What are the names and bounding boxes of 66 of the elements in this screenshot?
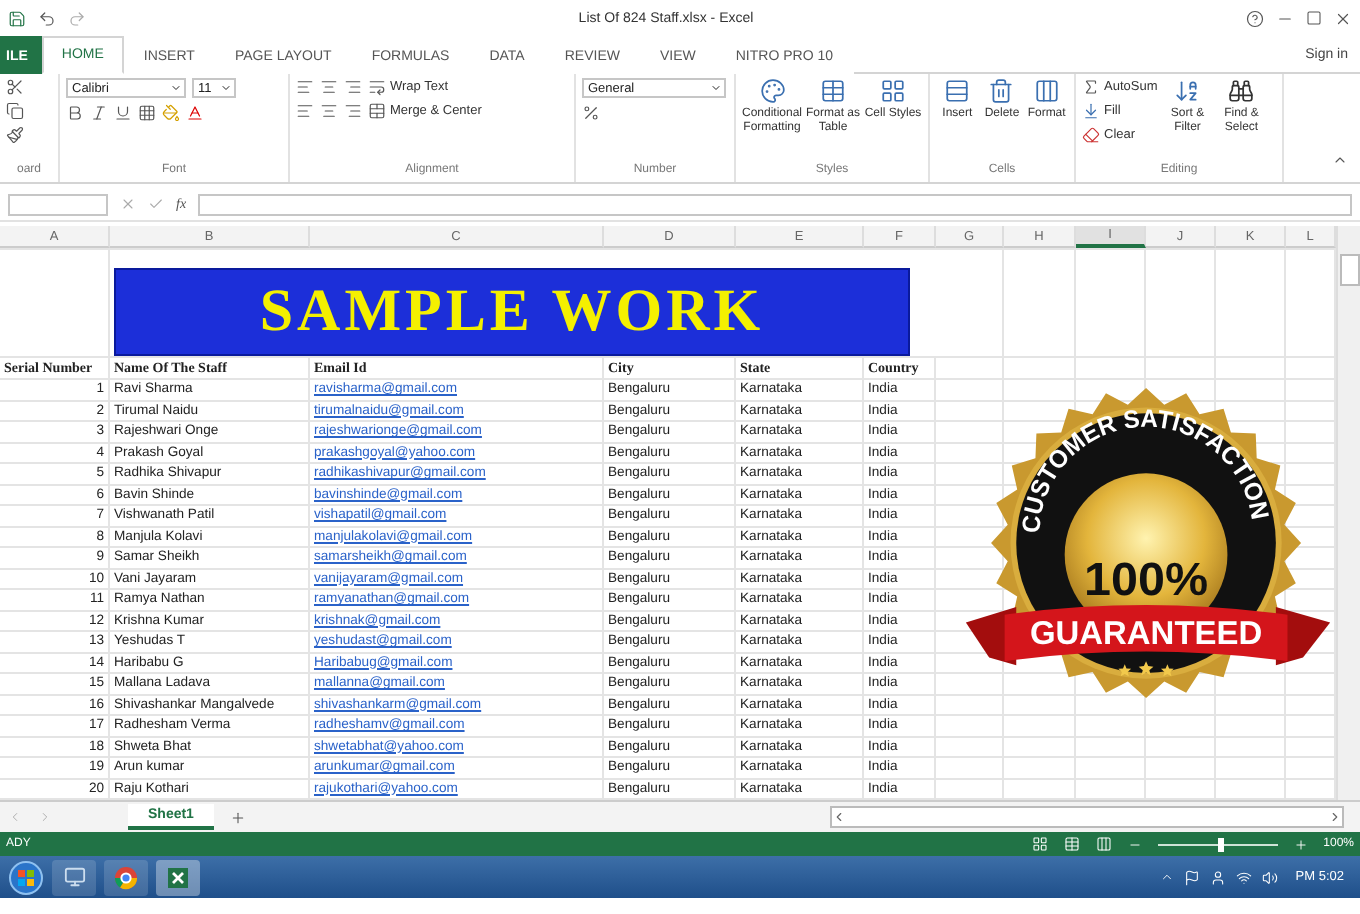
- taskbar-app-button[interactable]: [156, 859, 200, 895]
- scroll-left-icon[interactable]: [832, 810, 846, 824]
- align-center-icon[interactable]: [320, 102, 338, 120]
- tray-expand-icon[interactable]: [1159, 870, 1174, 884]
- percentage-text: 100%: [1084, 553, 1203, 606]
- align-bottom-icon[interactable]: [344, 78, 362, 96]
- cells-icon: [944, 78, 971, 104]
- cells-icon: [988, 78, 1015, 104]
- user-icon[interactable]: [1209, 869, 1226, 885]
- bold-icon[interactable]: [66, 104, 84, 122]
- cut-icon[interactable]: [6, 78, 24, 96]
- vertical-scrollbar[interactable]: [1336, 226, 1360, 800]
- zoom-in-icon[interactable]: [1293, 837, 1308, 851]
- monitor-icon: [63, 866, 85, 888]
- stars-icon: [1118, 661, 1174, 677]
- dropdown-icon[interactable]: [710, 82, 722, 94]
- network-icon[interactable]: [1235, 869, 1252, 885]
- align-middle-icon[interactable]: [320, 78, 338, 96]
- fill-icon: [1082, 102, 1100, 120]
- sort-icon: [1174, 78, 1201, 104]
- add-sheet-icon[interactable]: [229, 809, 246, 825]
- merge-icon: [368, 102, 386, 120]
- formula-field[interactable]: [198, 193, 1352, 215]
- sigma-icon: [1082, 78, 1100, 96]
- format-painter-icon[interactable]: [6, 126, 24, 144]
- styles-icon: [759, 78, 785, 104]
- zoom-thumb[interactable]: [1217, 837, 1224, 851]
- save-icon[interactable]: [8, 9, 26, 27]
- styles-icon: [880, 78, 906, 104]
- percent-icon[interactable]: [582, 104, 600, 122]
- dropdown-icon[interactable]: [170, 82, 182, 94]
- taskbar-app-button[interactable]: [52, 859, 96, 895]
- maximize-icon[interactable]: [1306, 10, 1322, 26]
- font-color-icon[interactable]: [186, 104, 204, 122]
- align-right-icon[interactable]: [344, 102, 362, 120]
- page-layout-icon[interactable]: [1063, 836, 1080, 852]
- borders-icon[interactable]: [138, 104, 156, 122]
- cancel-icon[interactable]: [120, 196, 136, 212]
- start-icon[interactable]: [8, 859, 44, 895]
- close-icon[interactable]: [1334, 9, 1352, 27]
- taskbar-app-button[interactable]: [104, 859, 148, 895]
- spreadsheet-app-icon: [166, 865, 190, 889]
- undo-icon[interactable]: [38, 9, 56, 27]
- volume-icon[interactable]: [1261, 869, 1278, 885]
- underline-icon[interactable]: [114, 104, 132, 122]
- copy-icon[interactable]: [6, 102, 24, 120]
- browser-icon: [114, 865, 138, 889]
- binoculars-icon: [1228, 78, 1255, 104]
- styles-icon: [820, 78, 846, 104]
- page-break-icon[interactable]: [1095, 836, 1112, 852]
- collapse-ribbon-icon[interactable]: [1332, 152, 1348, 168]
- align-top-icon[interactable]: [296, 78, 314, 96]
- banner-title: SAMPLE WORK: [114, 268, 910, 356]
- dropdown-icon[interactable]: [220, 82, 232, 94]
- align-left-icon[interactable]: [296, 102, 314, 120]
- fill-color-icon[interactable]: [162, 104, 180, 122]
- horizontal-scrollbar[interactable]: [830, 806, 1344, 828]
- guarantee-text: GUARANTEED: [1029, 615, 1263, 652]
- help-icon[interactable]: [1246, 9, 1264, 27]
- flag-icon[interactable]: [1183, 869, 1200, 885]
- normal-view-icon[interactable]: [1031, 836, 1048, 852]
- eraser-icon: [1082, 126, 1100, 144]
- cells-icon: [1033, 78, 1060, 104]
- italic-icon[interactable]: [90, 104, 108, 122]
- wrap-icon: [368, 78, 386, 96]
- scroll-right-icon[interactable]: [1328, 810, 1342, 824]
